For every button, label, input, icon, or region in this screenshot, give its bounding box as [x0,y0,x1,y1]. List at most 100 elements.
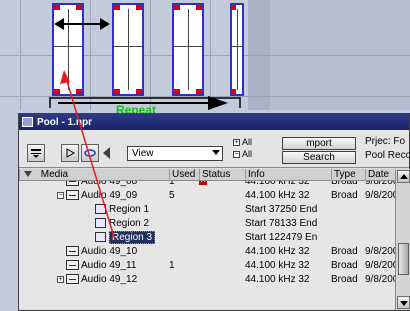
audio-file-icon [66,190,79,201]
region-row[interactable]: Region 2 Start 78133 End [19,217,395,230]
collapse-all-toggle[interactable]: − All [233,149,252,159]
play-button[interactable] [61,144,79,162]
info-cell: 44.100 kHz 32 [245,246,310,257]
status-cell: R [199,181,245,188]
project-folder-label: Prjec: Fo [365,136,406,147]
vertical-scrollbar[interactable] [395,169,410,310]
info-cell: 44.100 kHz 32 [245,190,310,201]
media-cell: Region 2 [19,217,169,230]
clip-name[interactable]: Audio 49_11 [81,260,136,271]
plus-icon: + [233,138,240,146]
type-cell: Broad [331,274,358,285]
used-cell: 5 [169,190,175,201]
audio-clip-row[interactable]: − Audio 49_09 5 44.100 kHz 32 Broad 9/8/200 [19,189,395,202]
audio-file-icon [66,181,79,187]
minus-icon: − [233,150,240,158]
column-used[interactable]: Used [169,169,199,181]
sort-arrow-icon [24,171,32,178]
audio-clip-row[interactable]: + Audio 49_12 44.100 kHz 32 Broad 9/8/200 [19,273,395,286]
collapse-icon[interactable]: − [57,191,64,199]
media-cell: + Audio 49_12 [19,273,169,286]
expand-all-toggle[interactable]: + All [233,137,252,147]
scroll-up-button[interactable] [397,170,410,183]
loop-button[interactable] [81,144,99,162]
region-row[interactable]: Region 3 Start 122479 En [19,231,395,244]
date-cell: 9/8/200 [365,274,395,285]
media-cell: Audio 49_08 [19,181,169,188]
info-cell: Start 78133 End [245,218,318,229]
event-block-4[interactable] [230,3,244,96]
expand-icon[interactable]: + [57,275,64,283]
event-block-1[interactable] [52,3,84,96]
media-cell: Audio 49_11 [19,259,169,272]
column-date[interactable]: Date [365,169,395,181]
info-cell: 44.100 kHz 32 [245,181,310,187]
type-cell: Broad [331,190,358,201]
pool-titlebar[interactable]: Pool - 1.npr [19,114,409,130]
info-cell: Start 122479 En [245,232,318,243]
play-icon [66,148,75,158]
collapse-all-label: All [242,149,253,159]
view-select[interactable]: View [127,146,223,161]
column-header: Media Used Status Info Type Date [19,169,395,181]
date-cell: 9/8/200 [365,260,395,271]
clip-name[interactable]: Audio 49_10 [81,246,137,257]
column-status[interactable]: Status [199,169,245,181]
column-media[interactable]: Media [19,169,169,181]
grid-line [0,96,410,97]
info-cell: 44.100 kHz 32 [245,260,310,271]
date-cell: 9/8/200 [365,246,395,257]
list-icon [31,149,41,158]
region-name[interactable]: Region 1 [109,204,149,215]
type-cell: Broad [331,246,358,257]
scroll-thumb[interactable] [398,243,409,275]
used-cell: 1 [169,181,175,187]
pool-window: Pool - 1.npr View + All − All mport Sear… [18,113,410,311]
type-cell: Broad [331,260,358,271]
event-block-2[interactable] [112,3,144,96]
window-icon [22,117,33,127]
import-button[interactable]: mport [282,137,356,150]
view-select-value: View [132,148,154,159]
audio-file-icon [66,260,79,271]
audio-file-icon [66,274,79,285]
event-block-3[interactable] [172,3,204,96]
region-name[interactable]: Region 2 [109,218,149,229]
info-cell: 44.100 kHz 32 [245,274,310,285]
type-cell: Broad [331,181,358,187]
region-icon [95,204,106,215]
media-cell: Region 3 [19,231,169,244]
chevron-down-icon [212,150,220,155]
audio-file-icon [66,246,79,257]
audio-clip-row[interactable]: Audio 49_10 44.100 kHz 32 Broad 9/8/200 [19,245,395,258]
used-cell: 1 [169,260,175,271]
column-info[interactable]: Info [245,169,331,181]
record-status-icon: R [199,181,207,186]
expand-all-label: All [242,137,253,147]
region-icon [95,218,106,229]
date-cell: 9/8/200 [365,190,395,201]
info-toggle-button[interactable] [27,144,45,162]
column-type[interactable]: Type [331,169,365,181]
audio-clip-row[interactable]: Audio 49_08 1 R 44.100 kHz 32 Broad 9/8/200 [19,181,395,188]
clip-name[interactable]: Audio 49_09 [81,190,137,201]
pool-record-label: Pool Reco [365,150,410,161]
media-cell: Audio 49_10 [19,245,169,258]
region-row[interactable]: Region 1 Start 37250 End [19,203,395,216]
scroll-down-button[interactable] [397,296,410,309]
media-cell: Region 1 [19,203,169,216]
region-name[interactable]: Region 3 [109,231,156,244]
region-icon [95,232,106,243]
date-cell: 9/8/200 [365,181,395,187]
media-cell: − Audio 49_09 [19,189,169,202]
pool-toolbar: View + All − All mport Search Prjec: Fo … [19,130,410,168]
clip-name[interactable]: Audio 49_12 [81,274,137,285]
pool-list: Audio 49_08 1 R 44.100 kHz 32 Broad 9/8/200 − A… [19,181,395,309]
volume-icon[interactable] [103,147,111,159]
pool-title: Pool - 1.npr [37,116,92,128]
audio-clip-row[interactable]: Audio 49_11 1 44.100 kHz 32 Broad 9/8/200 [19,259,395,272]
search-button[interactable]: Search [282,151,356,164]
loop-icon [84,149,96,157]
clip-name[interactable]: Audio 49_08 [81,181,137,187]
info-cell: Start 37250 End [245,204,318,215]
